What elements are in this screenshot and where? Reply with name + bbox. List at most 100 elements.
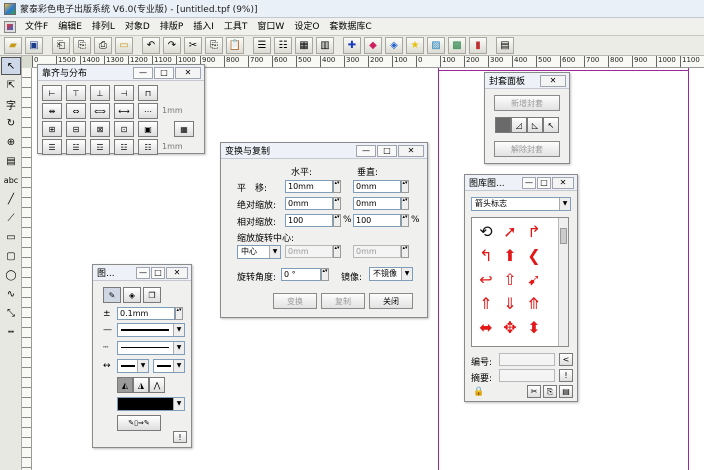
align-left-edge-icon[interactable]: ⊢ (42, 85, 62, 101)
pivot-select[interactable]: 中心 ▼ (237, 245, 281, 259)
save-icon[interactable]: ▣ (25, 37, 43, 54)
line-tool-icon[interactable]: ╱ (1, 190, 21, 208)
export-icon[interactable]: ⎘ (73, 37, 91, 54)
node-select-icon[interactable]: ⇱ (1, 76, 21, 94)
copy-icon[interactable]: ⎘ (205, 37, 223, 54)
close-button[interactable]: ✕ (540, 74, 566, 87)
line-style-select[interactable]: ▼ (117, 323, 185, 337)
envelope-pointer-icon[interactable]: ↖ (543, 117, 559, 133)
align-left-icon[interactable]: ☰ (253, 37, 271, 54)
menu-edit[interactable]: 编辑E (53, 19, 87, 35)
star-icon[interactable]: ★ (406, 37, 424, 54)
up-arrow-icon[interactable]: ⬆ (500, 246, 520, 266)
menu-settings[interactable]: 设定O (289, 19, 324, 35)
up-down-arrow-icon[interactable]: ⬍ (524, 318, 544, 338)
number-go-icon[interactable]: < (559, 353, 573, 366)
pivot-h-field[interactable]: 0mm (285, 245, 333, 258)
pivot-h-spinner[interactable]: ▴▾ (333, 245, 341, 258)
remove-envelope-button[interactable]: 解除封套 (494, 141, 560, 157)
maximize-button[interactable]: □ (377, 144, 397, 157)
add-envelope-button[interactable]: 新增封套 (494, 95, 560, 111)
scroll-thumb[interactable] (560, 228, 567, 244)
close-button[interactable]: ✕ (552, 176, 574, 189)
align-v-middle-icon[interactable]: ⊟ (66, 121, 86, 137)
align-page-icon[interactable]: ▦ (174, 121, 194, 137)
menu-window[interactable]: 窗口W (252, 19, 289, 35)
distribute-spacing-icon[interactable]: ⋯ (138, 103, 158, 119)
diagonal-line-icon[interactable]: ⟋ (1, 209, 21, 227)
envelope-ramp-right-icon[interactable]: ◺ (527, 117, 543, 133)
minimize-button[interactable]: — (356, 144, 376, 157)
distribute-h-icon[interactable]: ⇹ (42, 103, 62, 119)
pen-fill-toggle-icon[interactable]: ✎▯⇒✎ (117, 415, 161, 431)
ellipse-icon[interactable]: ◯ (1, 266, 21, 284)
dashed-line-icon[interactable]: ┅ (1, 323, 21, 341)
minimize-button[interactable]: — (136, 266, 150, 279)
align-bottom-edge-icon[interactable]: ⊓ (138, 85, 158, 101)
left-right-arrow-icon[interactable]: ⬌ (476, 318, 496, 338)
absolute-scale-v-field[interactable]: 0mm (353, 197, 401, 210)
align-center-icon[interactable]: ☷ (274, 37, 292, 54)
absolute-scale-h-field[interactable]: 0mm (285, 197, 333, 210)
stack-center-icon[interactable]: ⊡ (114, 121, 134, 137)
gallery-copy-icon[interactable]: ⎘ (543, 385, 557, 398)
maximize-button[interactable]: □ (154, 66, 174, 79)
line-width-field[interactable]: 0.1mm (117, 307, 175, 320)
close-dialog-button[interactable]: 关闭 (369, 293, 413, 309)
summary-field[interactable] (499, 369, 555, 382)
join-bevel-icon[interactable]: ⋀ (149, 377, 165, 393)
map-icon[interactable]: ▨ (427, 37, 445, 54)
dash-style-select[interactable]: ▼ (117, 341, 185, 355)
summary-info-icon[interactable]: ! (559, 369, 573, 382)
image-icon[interactable]: ▩ (448, 37, 466, 54)
redo-icon[interactable]: ↷ (163, 37, 181, 54)
paste-icon[interactable]: 📋 (226, 37, 244, 54)
translate-h-field[interactable]: 10mm (285, 180, 333, 193)
rotate-icon[interactable]: ↻ (1, 114, 21, 132)
absolute-scale-v-spinner[interactable]: ▴▾ (401, 197, 409, 210)
gallery-category-select[interactable]: 箭头标志 ▼ (471, 197, 571, 211)
up-right-arrow-icon[interactable]: ➚ (500, 222, 520, 242)
crosshair-icon[interactable]: ✚ (343, 37, 361, 54)
relative-scale-h-spinner[interactable]: ▴▾ (333, 214, 341, 227)
chevron-left-arrow-icon[interactable]: ❮ (524, 246, 544, 266)
align-h-center-icon[interactable]: ⊞ (42, 121, 62, 137)
distribute-gaps-icon[interactable]: ⟺ (90, 103, 110, 119)
rounded-rect-icon[interactable]: ▢ (1, 247, 21, 265)
pivot-v-field[interactable]: 0mm (353, 245, 401, 258)
distribute-v-top-icon[interactable]: ☰ (42, 139, 62, 155)
up-block-arrow-icon[interactable]: ⇧ (500, 270, 520, 290)
text-frame-icon[interactable]: abc (1, 171, 21, 189)
gallery-cut-icon[interactable]: ✂ (527, 385, 541, 398)
align-center-v-icon[interactable]: ⊥ (90, 85, 110, 101)
gallery-paste-icon[interactable]: ▤ (559, 385, 573, 398)
distribute-v-center-icon[interactable]: ☱ (66, 139, 86, 155)
document-menu-icon[interactable] (4, 20, 16, 33)
page-icon[interactable]: ▤ (1, 152, 21, 170)
print-preview-icon[interactable]: ▭ (115, 37, 133, 54)
stack-top-icon[interactable]: ⊠ (90, 121, 110, 137)
distribute-v-spacing-icon[interactable]: ☷ (138, 139, 158, 155)
import-icon[interactable]: ⎗ (52, 37, 70, 54)
refresh-arrows-icon[interactable]: ⟲ (476, 222, 496, 242)
color-palette-icon[interactable]: ◈ (385, 37, 403, 54)
align-right-edge-icon[interactable]: ⊣ (114, 85, 134, 101)
distribute-centers-icon[interactable]: ⇔ (66, 103, 86, 119)
minimize-button[interactable]: — (522, 176, 536, 189)
translate-v-field[interactable]: 0mm (353, 180, 401, 193)
open-folder-icon[interactable]: ▰ (4, 37, 22, 54)
line-color-select[interactable]: ▼ (117, 397, 185, 411)
menu-file[interactable]: 文件F (20, 19, 53, 35)
maximize-button[interactable]: □ (537, 176, 551, 189)
end-arrow-select[interactable]: ▼ (153, 359, 185, 373)
copy-button[interactable]: 复制 (321, 293, 365, 309)
number-field[interactable] (499, 353, 555, 366)
stack-bottom-icon[interactable]: ▣ (138, 121, 158, 137)
menu-insert[interactable]: 插入I (188, 19, 219, 35)
line-width-spinner[interactable]: ▴▾ (175, 307, 183, 320)
distribute-v-gap-icon[interactable]: ☲ (90, 139, 110, 155)
cut-icon[interactable]: ✂ (184, 37, 202, 54)
maximize-button[interactable]: □ (151, 266, 165, 279)
start-arrow-select[interactable]: ▼ (117, 359, 149, 373)
more-options-icon[interactable]: ! (173, 431, 187, 443)
